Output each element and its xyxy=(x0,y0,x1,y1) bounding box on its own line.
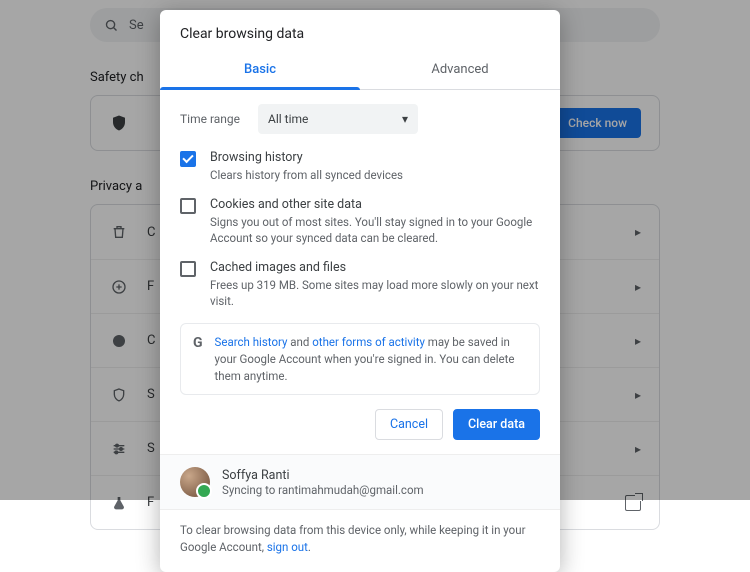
account-notice: G Search history and other forms of acti… xyxy=(180,323,540,395)
option-title: Cookies and other site data xyxy=(210,197,540,212)
other-activity-link[interactable]: other forms of activity xyxy=(312,335,425,349)
clear-browsing-data-dialog: Clear browsing data Basic Advanced Time … xyxy=(160,10,560,572)
option-title: Cached images and files xyxy=(210,260,540,275)
sign-out-link[interactable]: sign out xyxy=(267,540,308,554)
checkbox-cache[interactable] xyxy=(180,261,196,277)
checkbox-cookies[interactable] xyxy=(180,198,196,214)
chevron-down-icon: ▾ xyxy=(402,112,408,126)
checkbox-browsing-history[interactable] xyxy=(180,151,196,167)
clear-data-button[interactable]: Clear data xyxy=(453,409,540,440)
option-desc: Clears history from all synced devices xyxy=(210,167,403,183)
tab-advanced[interactable]: Advanced xyxy=(360,52,560,89)
dialog-tabs: Basic Advanced xyxy=(160,52,560,90)
time-range-label: Time range xyxy=(180,112,240,126)
signout-hint: To clear browsing data from this device … xyxy=(160,509,560,571)
account-name: Soffya Ranti xyxy=(222,468,424,483)
search-history-link[interactable]: Search history xyxy=(215,335,288,349)
option-title: Browsing history xyxy=(210,150,403,165)
option-desc: Signs you out of most sites. You'll stay… xyxy=(210,214,540,246)
account-section: Soffya Ranti Syncing to rantimahmudah@gm… xyxy=(160,454,560,509)
time-range-select[interactable]: All time ▾ xyxy=(258,104,418,134)
cancel-button[interactable]: Cancel xyxy=(375,409,443,440)
option-desc: Frees up 319 MB. Some sites may load mor… xyxy=(210,277,540,309)
account-sync-status: Syncing to rantimahmudah@gmail.com xyxy=(222,483,424,497)
avatar xyxy=(180,467,210,497)
google-g-icon: G xyxy=(193,335,203,351)
dialog-title: Clear browsing data xyxy=(160,10,560,52)
time-range-value: All time xyxy=(268,112,308,126)
tab-basic[interactable]: Basic xyxy=(160,52,360,89)
